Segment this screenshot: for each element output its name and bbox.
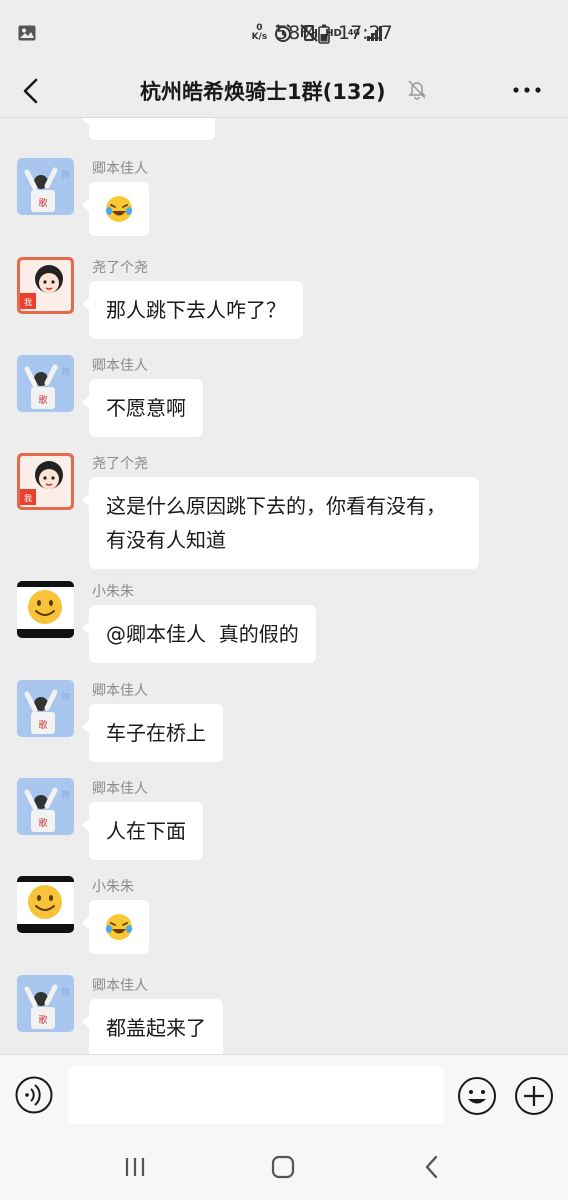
avatar-qingbenjiaren-image: 歌 舞 [17, 355, 74, 412]
svg-text:舞: 舞 [61, 170, 70, 181]
svg-text:我: 我 [24, 493, 32, 503]
avatar[interactable] [17, 876, 74, 933]
svg-text:舞: 舞 [61, 790, 70, 801]
svg-text:舞: 舞 [61, 987, 70, 998]
message-list[interactable]: 歌 舞 卿本佳人 我 尧了个尧 那人跳下去人咋了？ 歌 舞 卿本佳人 不愿意啊 … [0, 118, 568, 1054]
home-icon[interactable] [270, 1154, 296, 1180]
sender-name: 卿本佳人 [92, 161, 148, 177]
avatar-qingbenjiaren-image: 歌 舞 [17, 778, 74, 835]
svg-text:歌: 歌 [38, 394, 47, 406]
avatar-yaolegeyao-image: 我 [17, 257, 74, 314]
laughing-crying-emoji-icon [106, 914, 132, 940]
sender-name: 小朱朱 [92, 879, 134, 895]
sender-name: 卿本佳人 [92, 781, 148, 797]
emoji-icon[interactable] [456, 1075, 498, 1117]
back-nav-icon[interactable] [422, 1154, 440, 1180]
avatar-qingbenjiaren-image: 歌 舞 [17, 680, 74, 737]
sender-name: 卿本佳人 [92, 683, 148, 699]
voice-icon[interactable] [14, 1075, 54, 1115]
battery-icon [318, 24, 330, 44]
avatar-qingbenjiaren-image: 歌 舞 [17, 158, 74, 215]
svg-text:舞: 舞 [61, 367, 70, 378]
avatar[interactable]: 我 [17, 257, 74, 314]
message-bubble[interactable]: 那人跳下去人咋了？ [82, 281, 303, 339]
message-input[interactable] [68, 1066, 444, 1124]
svg-text:歌: 歌 [38, 719, 47, 731]
sender-name: 卿本佳人 [92, 978, 148, 994]
message-bubble[interactable] [82, 182, 149, 236]
message-input-bar [0, 1054, 568, 1138]
message-bubble[interactable]: @卿本佳人 真的假的 [82, 605, 316, 663]
svg-text:歌: 歌 [38, 197, 47, 209]
network-speed: 0 K/s [251, 23, 268, 42]
avatar[interactable]: 歌 舞 [17, 975, 74, 1032]
chat-header: 杭州皓希焕骑士1群(132) [0, 66, 568, 118]
avatar-qingbenjiaren-image: 歌 舞 [17, 975, 74, 1032]
svg-text:舞: 舞 [61, 692, 70, 703]
partial-message-bubble[interactable] [82, 118, 215, 140]
message-bubble[interactable] [82, 900, 149, 954]
message-bubble[interactable]: 车子在桥上 [82, 704, 223, 762]
avatar[interactable]: 我 [17, 453, 74, 510]
sender-name: 小朱朱 [92, 584, 134, 600]
laughing-crying-emoji-icon [106, 196, 132, 222]
battery-level: 58% [276, 22, 319, 44]
system-navigation-bar [0, 1138, 568, 1200]
recent-apps-icon[interactable] [122, 1156, 148, 1178]
status-bar: 0 K/s HD 4G 58% 17:27 [0, 0, 568, 66]
avatar[interactable]: 歌 舞 [17, 158, 74, 215]
avatar-xiaozhuzhu-image [17, 581, 74, 638]
avatar[interactable] [17, 581, 74, 638]
avatar[interactable]: 歌 舞 [17, 355, 74, 412]
plus-icon[interactable] [513, 1075, 555, 1117]
message-bubble[interactable]: 都盖起来了 [82, 999, 223, 1054]
svg-text:歌: 歌 [38, 817, 47, 829]
avatar[interactable]: 歌 舞 [17, 680, 74, 737]
more-icon[interactable] [512, 80, 542, 100]
sender-name: 尧了个尧 [92, 456, 148, 472]
message-bubble[interactable]: 人在下面 [82, 802, 203, 860]
back-icon[interactable] [18, 76, 46, 106]
sender-name: 卿本佳人 [92, 358, 148, 374]
svg-text:歌: 歌 [38, 1014, 47, 1026]
message-bubble[interactable]: 不愿意啊 [82, 379, 203, 437]
sender-name: 尧了个尧 [92, 260, 148, 276]
chat-title: 杭州皓希焕骑士1群(132) [140, 80, 386, 104]
avatar[interactable]: 歌 舞 [17, 778, 74, 835]
avatar-xiaozhuzhu-image [17, 876, 74, 933]
svg-text:我: 我 [24, 297, 32, 307]
gallery-icon [18, 25, 36, 41]
clock: 17:27 [338, 22, 393, 44]
message-bubble[interactable]: 这是什么原因跳下去的，你看有没有，有没有人知道 [82, 477, 479, 569]
avatar-yaolegeyao-image: 我 [17, 453, 74, 510]
mute-bell-icon [408, 80, 426, 100]
